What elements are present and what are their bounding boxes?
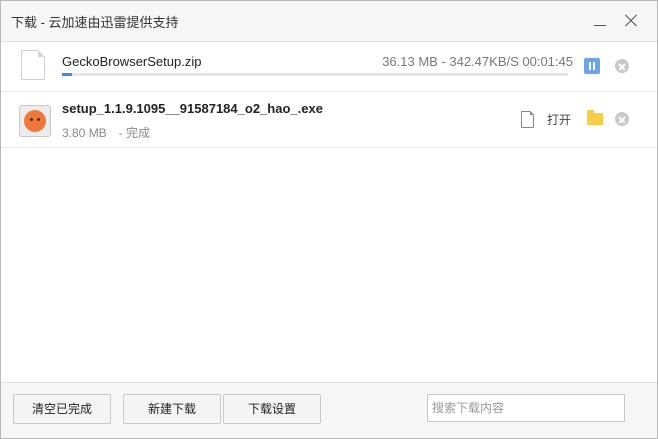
- pause-button[interactable]: [584, 58, 600, 74]
- minimize-button[interactable]: [587, 8, 613, 34]
- close-button[interactable]: [618, 8, 644, 34]
- document-icon[interactable]: [521, 111, 534, 128]
- search-downloads-input[interactable]: [427, 394, 625, 422]
- download-settings-button[interactable]: 下载设置: [223, 394, 321, 424]
- download-size: 3.80 MB: [62, 126, 107, 140]
- footer-bar: 清空已完成 新建下载 下载设置: [1, 382, 657, 438]
- new-download-button[interactable]: 新建下载: [123, 394, 221, 424]
- download-meta: 3.80 MB - 完成: [62, 124, 150, 141]
- download-stats: 36.13 MB - 342.47KB/S 00:01:45: [382, 54, 573, 69]
- window-title: 下载 - 云加速由迅雷提供支持: [11, 15, 179, 30]
- remove-button[interactable]: [615, 112, 629, 126]
- download-filename: setup_1.1.9.1095__91587184_o2_hao_.exe: [62, 101, 323, 116]
- download-progress-bar: [62, 73, 568, 76]
- remove-button[interactable]: [615, 59, 629, 73]
- file-icon: [21, 50, 45, 80]
- app-logo: [24, 110, 46, 132]
- open-file-button[interactable]: 打开: [547, 111, 571, 128]
- progress-fill: [62, 73, 73, 76]
- clear-completed-button[interactable]: 清空已完成: [13, 394, 111, 424]
- title-bar: 下载 - 云加速由迅雷提供支持: [1, 1, 657, 42]
- download-item[interactable]: GeckoBrowserSetup.zip 36.13 MB - 342.47K…: [1, 42, 657, 92]
- download-status: - 完成: [118, 126, 151, 140]
- app-icon: [19, 105, 51, 137]
- download-filename: GeckoBrowserSetup.zip: [62, 54, 202, 69]
- folder-icon[interactable]: [587, 110, 603, 125]
- download-item[interactable]: setup_1.1.9.1095__91587184_o2_hao_.exe 3…: [1, 92, 657, 148]
- download-window: 下载 - 云加速由迅雷提供支持 GeckoBrowserSetup.zip 36…: [0, 0, 658, 439]
